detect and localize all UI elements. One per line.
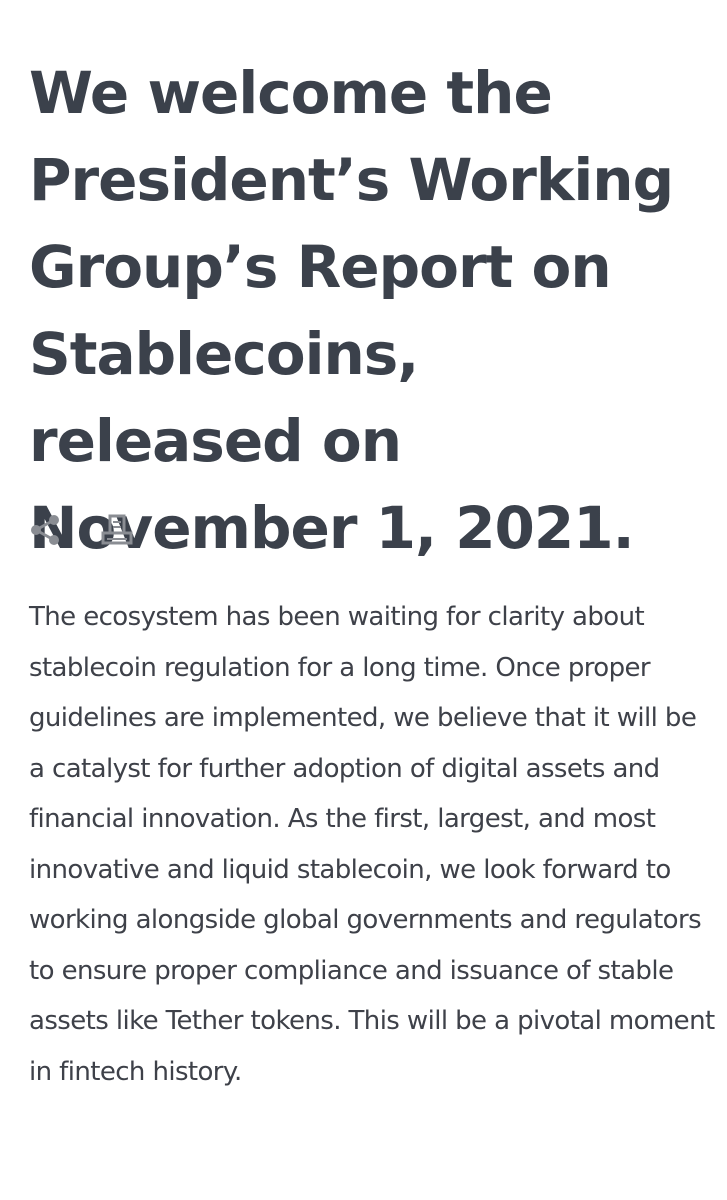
article-title: We welcome the President’s Working Group… <box>29 59 674 562</box>
print-button[interactable] <box>100 513 134 547</box>
share-icon <box>31 515 59 545</box>
article-actions <box>28 510 134 550</box>
share-button[interactable] <box>28 513 62 547</box>
article-page: We welcome the President’s Working Group… <box>0 0 727 1200</box>
article-body: The ecosystem has been waiting for clari… <box>29 602 715 1087</box>
print-icon <box>101 514 133 545</box>
